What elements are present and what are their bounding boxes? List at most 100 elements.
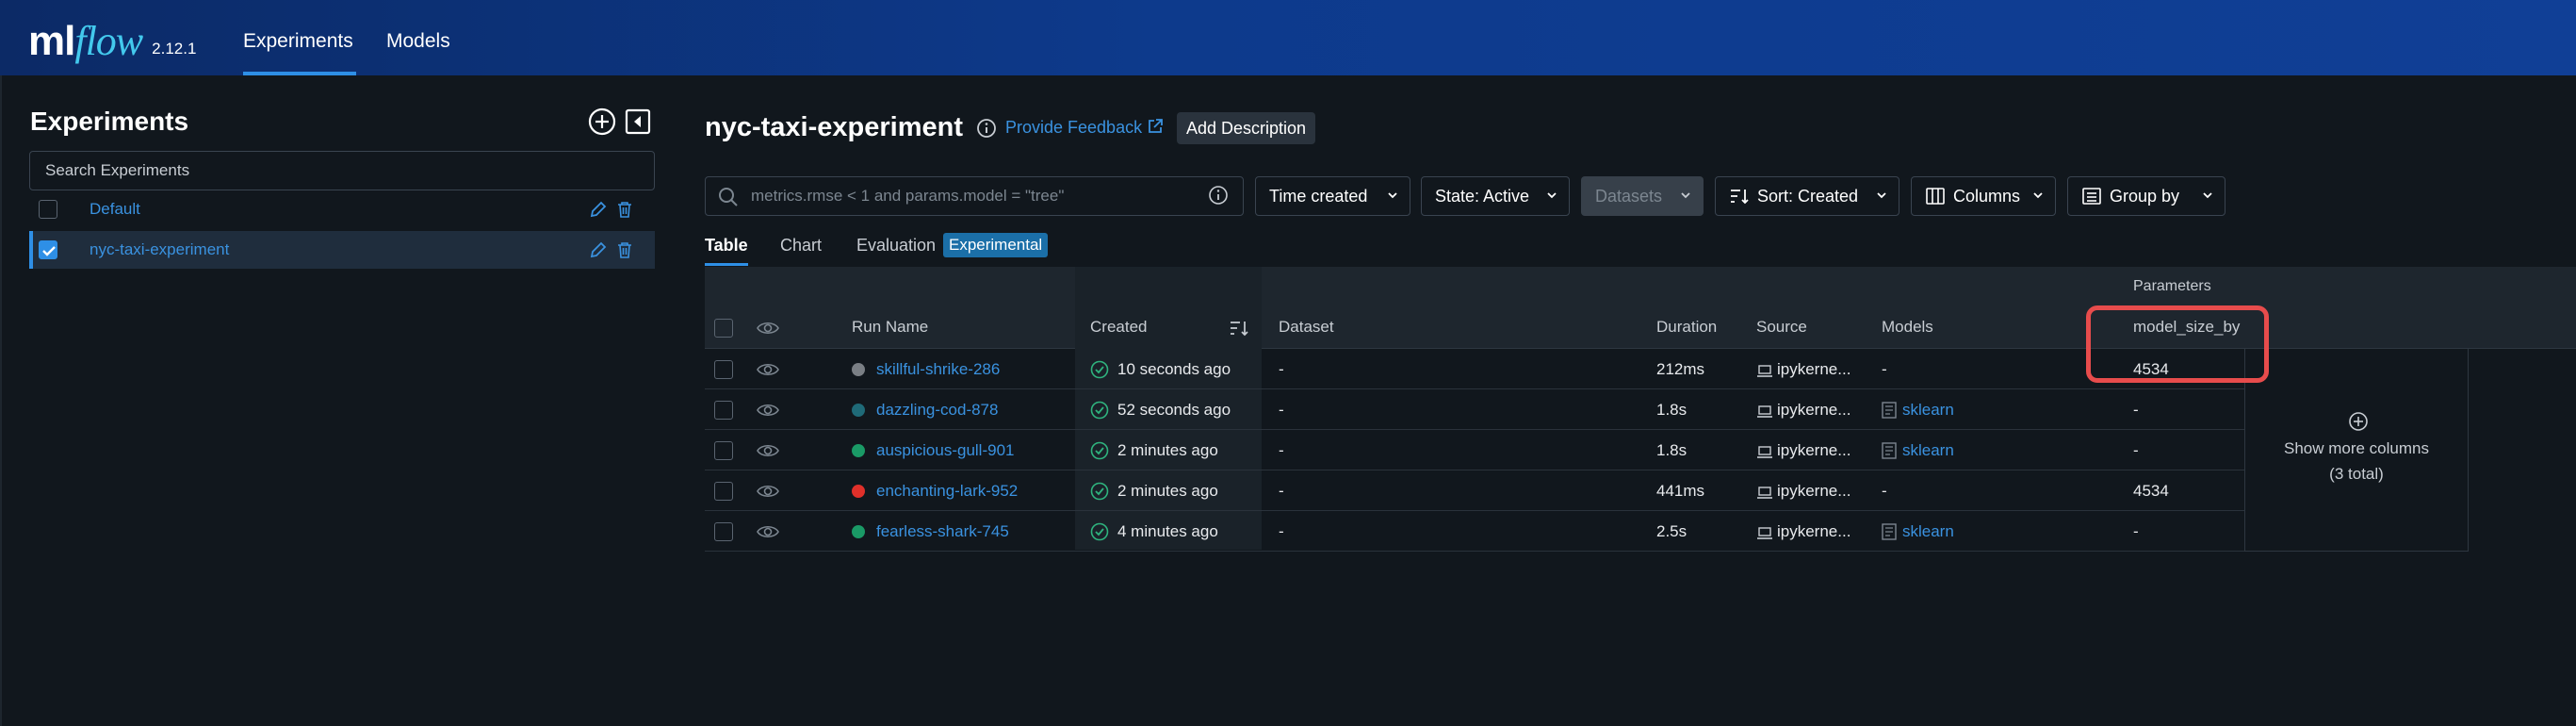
sort-dropdown[interactable]: Sort: Created: [1715, 176, 1899, 216]
row-checkbox[interactable]: [714, 441, 733, 460]
active-tab-indicator: [705, 263, 748, 266]
sort-icon: [1731, 190, 1749, 205]
eye-icon[interactable]: [757, 523, 779, 540]
time-created-dropdown[interactable]: Time created: [1255, 176, 1410, 216]
run-source[interactable]: ipykerne...: [1777, 389, 1850, 430]
table-row: skillful-shrike-286 10 seconds ago - 212ms i…: [705, 349, 2244, 389]
columns-dropdown[interactable]: Columns: [1911, 176, 2056, 216]
table-row: enchanting-lark-952 2 minutes ago - 441ms ip…: [705, 470, 2244, 511]
eye-icon[interactable]: [757, 361, 779, 378]
run-color-dot: [852, 444, 865, 457]
status-success-icon: [1090, 441, 1109, 460]
table-row: dazzling-cod-878 52 seconds ago - 1.8s ipyke…: [705, 389, 2244, 430]
run-model-link[interactable]: sklearn: [1902, 511, 1954, 552]
group-by-dropdown[interactable]: Group by: [2067, 176, 2225, 216]
columns-icon: [1926, 188, 1945, 205]
run-dataset: -: [1279, 401, 1284, 419]
run-name-link[interactable]: fearless-shark-745: [876, 511, 1009, 552]
table-row: fearless-shark-745 4 minutes ago - 2.5s ipyk…: [705, 511, 2244, 552]
chevron-down-icon: [1388, 192, 1397, 199]
table-group-header: [705, 267, 2576, 308]
run-color-dot: [852, 363, 865, 376]
query-info-icon[interactable]: [1208, 185, 1229, 206]
experiment-name[interactable]: nyc-taxi-experiment: [90, 240, 229, 259]
run-name-link[interactable]: skillful-shrike-286: [876, 349, 1000, 389]
state-filter-dropdown[interactable]: State: Active: [1421, 176, 1570, 216]
logo-flow-text: flow: [74, 18, 143, 64]
column-header-duration[interactable]: Duration: [1656, 318, 1717, 337]
mlflow-logo[interactable]: ml flow 2.12.1: [28, 13, 196, 62]
experiment-name[interactable]: Default: [90, 200, 140, 219]
highlight-annotation-box: [2086, 305, 2269, 383]
run-source[interactable]: ipykerne...: [1777, 470, 1850, 511]
select-all-checkbox[interactable]: [714, 319, 733, 338]
eye-icon[interactable]: [757, 442, 779, 459]
add-description-button[interactable]: Add Description: [1177, 112, 1316, 144]
experiment-item-default[interactable]: Default: [29, 190, 655, 228]
experiment-title: nyc-taxi-experiment: [705, 112, 963, 142]
delete-icon[interactable]: [616, 240, 633, 259]
run-duration: 2.5s: [1656, 522, 1687, 540]
show-more-columns-label[interactable]: Show more columns: [2245, 439, 2468, 458]
sort-label: Sort: Created: [1757, 187, 1859, 206]
nav-tab-models[interactable]: Models: [386, 0, 450, 75]
experiment-item-nyc-taxi[interactable]: nyc-taxi-experiment: [29, 231, 655, 269]
group-by-label: Group by: [2110, 187, 2180, 206]
chevron-down-icon: [2203, 192, 2212, 199]
run-name-link[interactable]: enchanting-lark-952: [876, 470, 1018, 511]
experiment-checkbox[interactable]: [39, 240, 57, 259]
column-header-models[interactable]: Models: [1882, 318, 1933, 337]
column-header-run-name[interactable]: Run Name: [852, 318, 928, 337]
run-model-link[interactable]: sklearn: [1902, 389, 1954, 430]
row-checkbox[interactable]: [714, 482, 733, 501]
run-created-time: 52 seconds ago: [1117, 401, 1231, 419]
run-source[interactable]: ipykerne...: [1777, 430, 1850, 470]
add-experiment-icon[interactable]: [588, 107, 616, 136]
row-checkbox[interactable]: [714, 401, 733, 420]
model-icon: [1882, 523, 1897, 540]
run-color-dot: [852, 404, 865, 417]
chevron-down-icon: [2033, 192, 2043, 199]
collapse-sidebar-icon[interactable]: [625, 108, 651, 135]
chevron-down-icon: [1547, 192, 1557, 199]
eye-icon[interactable]: [757, 483, 779, 500]
row-checkbox[interactable]: [714, 360, 733, 379]
version-label: 2.12.1: [152, 40, 197, 58]
run-created-time: 4 minutes ago: [1117, 522, 1218, 540]
show-more-columns-panel[interactable]: Show more columns (3 total): [2244, 349, 2469, 552]
run-model-link[interactable]: sklearn: [1902, 430, 1954, 470]
run-dataset: -: [1279, 482, 1284, 500]
nav-tab-experiments[interactable]: Experiments: [243, 0, 356, 75]
column-header-dataset[interactable]: Dataset: [1279, 318, 1334, 337]
checkmark-icon: [42, 246, 56, 256]
run-duration: 212ms: [1656, 360, 1705, 378]
column-header-created[interactable]: Created: [1090, 318, 1147, 337]
eye-icon[interactable]: [757, 320, 779, 337]
external-link-icon[interactable]: [1146, 117, 1165, 136]
delete-icon[interactable]: [616, 200, 633, 219]
run-name-link[interactable]: dazzling-cod-878: [876, 389, 998, 430]
group-by-icon: [2082, 188, 2101, 205]
info-icon[interactable]: [976, 118, 997, 139]
show-more-columns-count: (3 total): [2329, 465, 2384, 483]
column-header-source[interactable]: Source: [1756, 318, 1807, 337]
provide-feedback-link[interactable]: Provide Feedback: [1005, 118, 1142, 138]
sort-descending-icon[interactable]: [1229, 319, 1249, 338]
tab-table[interactable]: Table: [705, 236, 748, 256]
edit-icon[interactable]: [589, 200, 608, 219]
datasets-label: Datasets: [1595, 187, 1663, 206]
search-experiments-input[interactable]: Search Experiments: [29, 151, 655, 190]
run-source[interactable]: ipykerne...: [1777, 511, 1850, 552]
row-checkbox[interactable]: [714, 522, 733, 541]
experiment-checkbox[interactable]: [39, 200, 57, 219]
search-runs-input[interactable]: metrics.rmse < 1 and params.model = "tre…: [705, 176, 1244, 216]
columns-label: Columns: [1953, 187, 2021, 206]
datasets-dropdown[interactable]: Datasets: [1581, 176, 1704, 216]
eye-icon[interactable]: [757, 402, 779, 419]
tab-evaluation[interactable]: Evaluation: [856, 236, 936, 256]
tab-chart[interactable]: Chart: [780, 236, 822, 256]
status-success-icon: [1090, 522, 1109, 541]
run-name-link[interactable]: auspicious-gull-901: [876, 430, 1014, 470]
edit-icon[interactable]: [589, 240, 608, 259]
run-source[interactable]: ipykerne...: [1777, 349, 1850, 389]
